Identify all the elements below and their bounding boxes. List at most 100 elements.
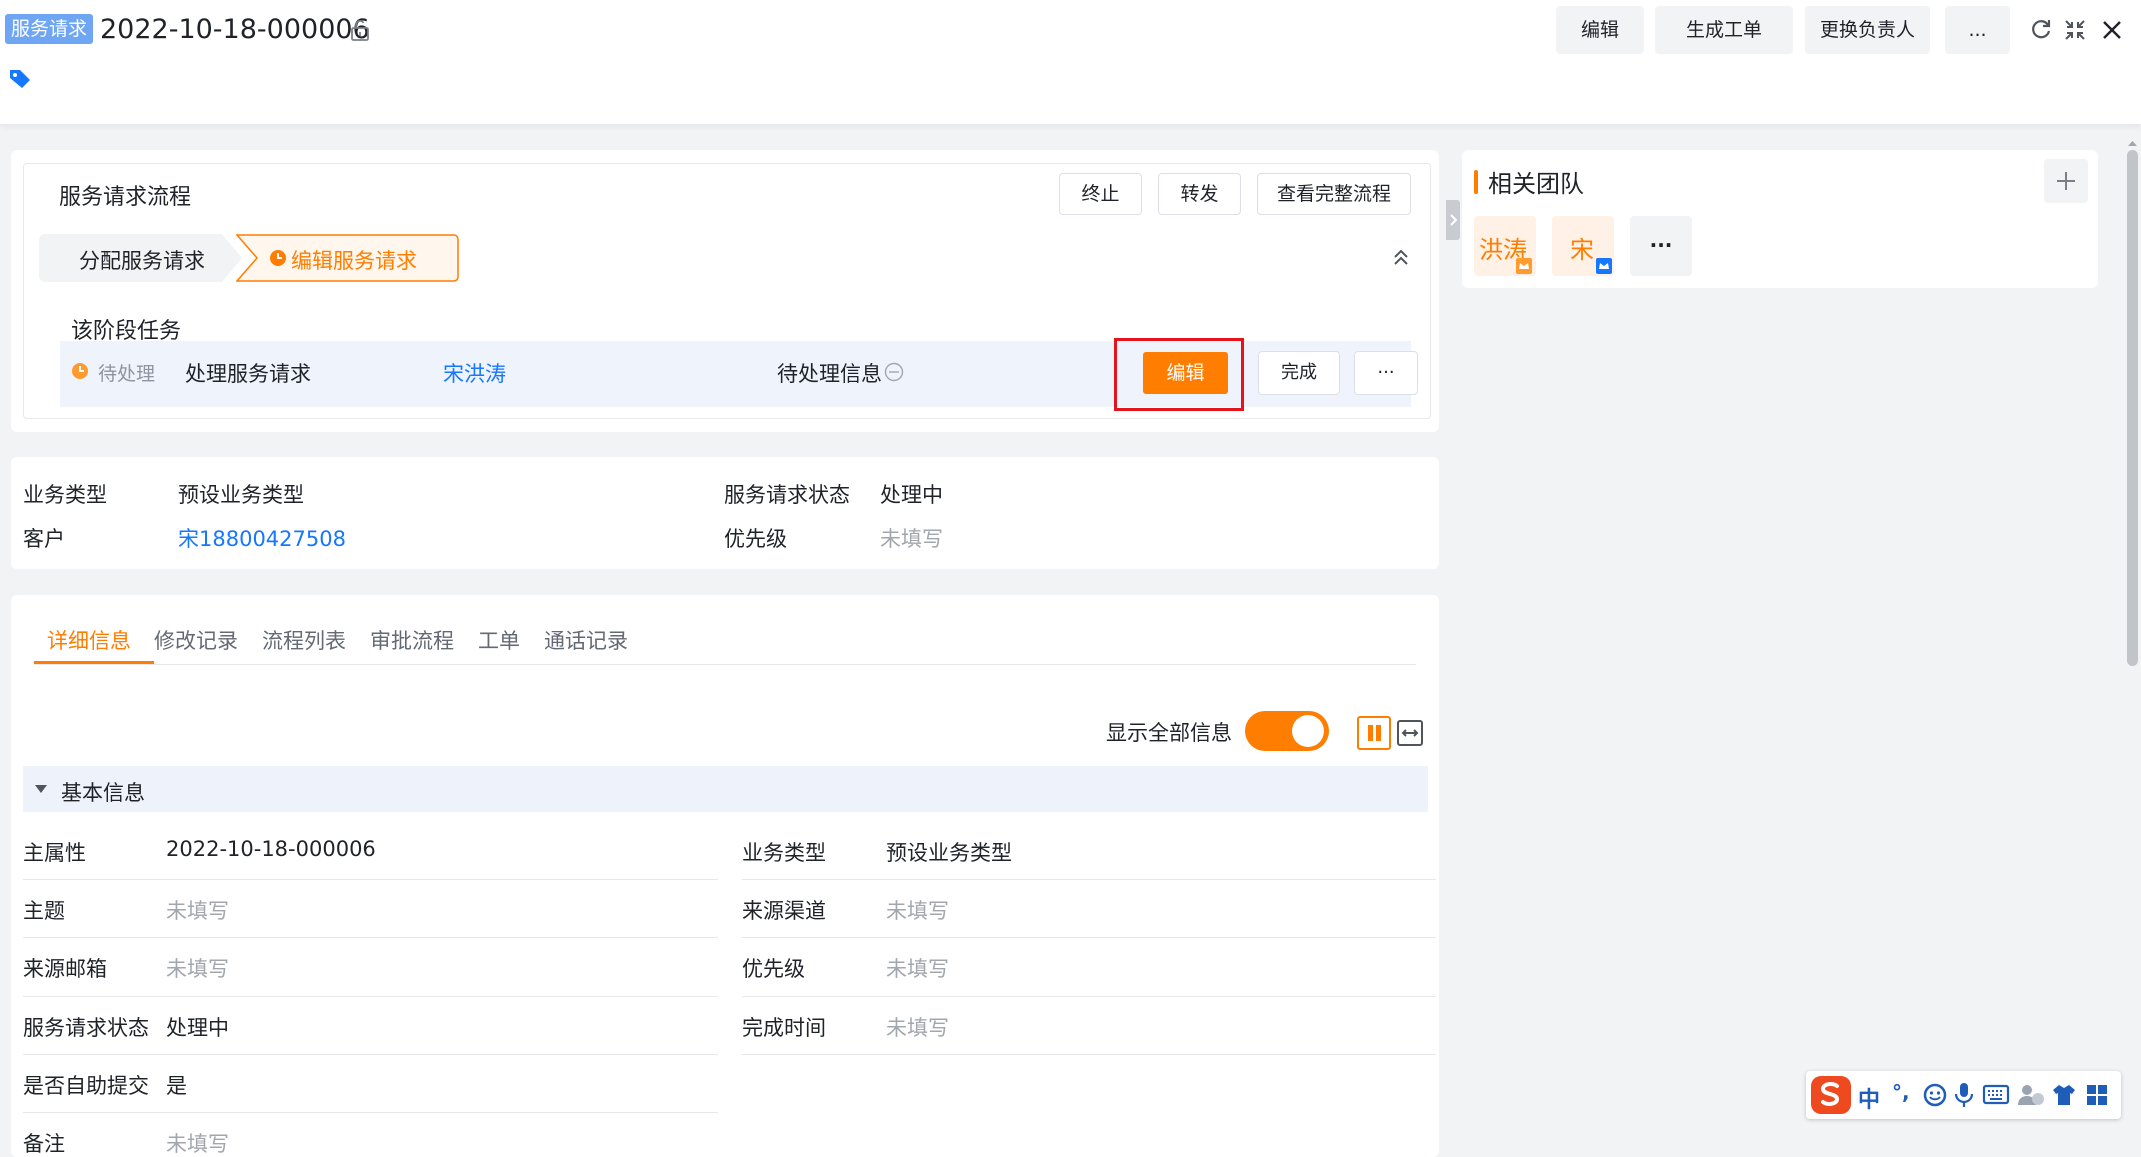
field-value-subject: 未填写 [166, 899, 229, 923]
column-bar [1376, 725, 1381, 741]
scroll-up-arrow-icon[interactable] [2124, 137, 2141, 149]
crown-badge-icon [1516, 258, 1532, 274]
keyboard-icon[interactable] [1982, 1083, 2010, 1107]
record-title: 2022-10-18-000006 [100, 14, 370, 45]
field-value-priority: 未填写 [886, 957, 949, 981]
field-label-main: 主属性 [23, 841, 86, 865]
field-value-self-submit: 是 [166, 1074, 187, 1098]
task-more-button[interactable]: ··· [1354, 351, 1418, 395]
task-assignee[interactable]: 宋洪涛 [443, 358, 506, 388]
generate-order-button[interactable]: 生成工单 [1655, 6, 1793, 54]
column-bar [1368, 725, 1373, 741]
field-divider [742, 996, 1436, 997]
panel-toggle-handle[interactable] [1446, 200, 1460, 240]
show-all-label: 显示全部信息 [1106, 721, 1232, 745]
plus-icon [2057, 172, 2075, 190]
show-all-toggle[interactable] [1245, 711, 1329, 751]
tab-detail[interactable]: 详细信息 [34, 595, 154, 665]
field-label-priority: 优先级 [742, 957, 805, 981]
scrollbar-thumb[interactable] [2127, 150, 2138, 666]
tab-work-order[interactable]: 工单 [478, 625, 520, 655]
toolbox-grid-icon[interactable] [2084, 1082, 2110, 1108]
field-value-business-type: 预设业务类型 [886, 841, 1012, 865]
full-width-view-icon[interactable] [1395, 718, 1425, 748]
field-divider [742, 879, 1436, 880]
field-value-status: 处理中 [166, 1016, 229, 1040]
tab-label: 详细信息 [47, 629, 131, 653]
stage-assign[interactable]: 分配服务请求 [39, 234, 244, 282]
tag-icon[interactable] [7, 66, 33, 90]
field-divider [23, 937, 718, 938]
page-header: 服务请求 2022-10-18-000006 编辑 生成工单 更换负责人 ... [0, 0, 2141, 124]
crown-icon [1519, 263, 1529, 269]
two-column-view-icon[interactable] [1357, 716, 1391, 750]
caret-down-icon [35, 785, 47, 793]
tab-call-log[interactable]: 通话记录 [544, 625, 628, 655]
field-label-source-channel: 来源渠道 [742, 899, 826, 923]
tabs-divider [34, 664, 1416, 665]
stage-label: 分配服务请求 [79, 249, 205, 273]
microphone-icon[interactable] [1953, 1081, 1975, 1109]
terminate-button[interactable]: 终止 [1059, 173, 1142, 215]
field-divider [23, 1054, 718, 1055]
ime-toolbar: 中 °, [1806, 1071, 2121, 1119]
summary-label-business-type: 业务类型 [23, 483, 107, 507]
task-edit-button[interactable]: 编辑 [1143, 352, 1228, 394]
field-value-remark: 未填写 [166, 1132, 229, 1156]
forward-button[interactable]: 转发 [1158, 173, 1241, 215]
summary-card: 业务类型 预设业务类型 客户 宋18800427508 服务请求状态 处理中 优… [11, 457, 1439, 569]
edit-button[interactable]: 编辑 [1556, 6, 1644, 54]
ime-chinese-mode[interactable]: 中 [1858, 1082, 1880, 1114]
scrollbar[interactable] [2124, 134, 2141, 1157]
user-group-icon[interactable] [2016, 1082, 2046, 1108]
field-value-source-email: 未填写 [166, 957, 229, 981]
team-member[interactable]: 宋 [1552, 216, 1614, 276]
close-icon[interactable] [2100, 17, 2124, 43]
field-value-main: 2022-10-18-000006 [166, 837, 376, 861]
tab-change-log[interactable]: 修改记录 [154, 625, 238, 655]
basic-info-section-header[interactable]: 基本信息 [23, 766, 1428, 812]
chevron-up-icon[interactable] [1390, 247, 1412, 269]
stage-label: 编辑服务请求 [291, 249, 417, 273]
sogou-logo-icon[interactable] [1809, 1074, 1853, 1116]
add-member-button[interactable] [2044, 159, 2088, 203]
tab-flow-list[interactable]: 流程列表 [262, 625, 346, 655]
field-label-subject: 主题 [23, 899, 65, 923]
team-card: 相关团队 洪涛 宋 ··· [1462, 150, 2098, 288]
collapse-icon[interactable] [2063, 17, 2087, 43]
field-divider [23, 996, 718, 997]
view-full-flow-button[interactable]: 查看完整流程 [1257, 173, 1411, 215]
field-divider [23, 1112, 718, 1113]
task-name: 处理服务请求 [185, 362, 311, 386]
team-member[interactable]: 洪涛 [1474, 216, 1536, 276]
crown-icon [1599, 263, 1609, 269]
field-divider [742, 1054, 1436, 1055]
stage-edit[interactable]: 编辑服务请求 [236, 234, 461, 282]
summary-value-business-type: 预设业务类型 [178, 483, 304, 507]
change-owner-button[interactable]: 更换负责人 [1805, 6, 1930, 54]
team-more-button[interactable]: ··· [1630, 216, 1692, 276]
chevron-right-icon [1450, 214, 1458, 226]
task-complete-button[interactable]: 完成 [1258, 351, 1340, 395]
field-label-complete-time: 完成时间 [742, 1016, 826, 1040]
ime-punct-mode[interactable]: °, [1892, 1080, 1910, 1104]
summary-label-priority: 优先级 [724, 527, 787, 551]
field-label-status: 服务请求状态 [23, 1016, 149, 1040]
task-info: 待处理信息 [777, 362, 882, 386]
flow-title: 服务请求流程 [59, 185, 192, 210]
tab-approval[interactable]: 审批流程 [370, 625, 454, 655]
crown-badge-icon [1596, 258, 1612, 274]
field-label-remark: 备注 [23, 1132, 65, 1156]
lock-icon[interactable] [348, 18, 372, 42]
field-value-source-channel: 未填写 [886, 899, 949, 923]
field-divider [742, 937, 1436, 938]
summary-value-status: 处理中 [880, 483, 943, 507]
emoji-icon[interactable] [1922, 1082, 1948, 1108]
member-name: 宋 [1570, 236, 1594, 264]
info-collapse-icon[interactable] [884, 362, 904, 382]
record-type-badge: 服务请求 [5, 14, 94, 44]
refresh-icon[interactable] [2029, 17, 2053, 43]
more-actions-button[interactable]: ... [1945, 6, 2010, 54]
skin-shirt-icon[interactable] [2051, 1082, 2077, 1108]
summary-value-customer[interactable]: 宋18800427508 [178, 523, 346, 553]
